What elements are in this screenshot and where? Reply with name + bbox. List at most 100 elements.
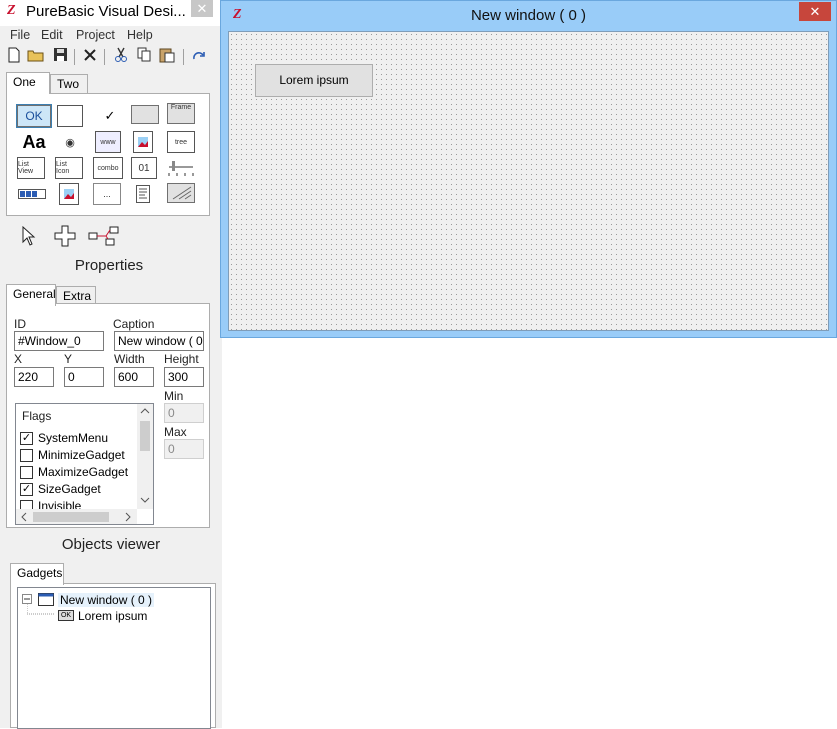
caption-field[interactable]: New window ( 0 )	[114, 331, 204, 351]
cut-icon[interactable]	[111, 47, 131, 67]
flag-row[interactable]: MaximizeGadget	[20, 464, 128, 480]
open-folder-icon[interactable]	[26, 47, 46, 67]
redo-icon[interactable]	[189, 47, 209, 67]
objects-viewer-header: Objects viewer	[0, 531, 222, 559]
image-gadget-tool[interactable]	[133, 131, 153, 153]
width-field[interactable]: 600	[114, 367, 154, 387]
id-field[interactable]: #Window_0	[14, 331, 104, 351]
flag-checkbox[interactable]	[20, 465, 33, 479]
flag-checkbox[interactable]: ✓	[20, 482, 33, 496]
flag-label: SystemMenu	[38, 431, 109, 445]
frame-gadget-tool[interactable]: Frame	[167, 103, 195, 124]
checkbox-gadget-tool[interactable]: ✓	[93, 105, 127, 127]
min-label: Min	[164, 389, 184, 403]
tree-node-window[interactable]: New window ( 0 )	[58, 593, 155, 607]
gadget-palette: OK ✓ Frame Aa ◉ www tree List View List …	[6, 93, 210, 216]
image-icon	[138, 137, 148, 147]
tab-gadgets[interactable]: Gadgets	[10, 563, 64, 585]
tab-one[interactable]: One	[6, 72, 50, 94]
tree-node-button[interactable]: Lorem ipsum	[78, 609, 147, 623]
web-gadget-tool[interactable]: www	[95, 131, 121, 153]
objects-panel: New window ( 0 ) OK Lorem ipsum	[10, 583, 216, 729]
tree-connector	[27, 604, 55, 615]
designer-title-bar[interactable]: Z PureBasic Visual Desi... ✕	[0, 0, 222, 26]
editor-gadget-tool[interactable]	[133, 183, 153, 205]
flags-label: Flags	[22, 409, 52, 423]
form-window: New window ( 0 ) Z ✕ Lorem ipsum	[220, 0, 837, 338]
combobox-gadget-tool[interactable]: combo	[93, 157, 123, 179]
trackbar-gadget-tool[interactable]	[167, 157, 195, 179]
flag-row[interactable]: MinimizeGadget	[20, 447, 125, 463]
flag-checkbox[interactable]	[20, 448, 33, 462]
flag-row[interactable]: ✓ SystemMenu	[20, 430, 108, 446]
panel-gadget-tool[interactable]	[131, 105, 159, 124]
flags-vertical-scrollbar[interactable]	[137, 404, 153, 509]
progressbar-icon	[18, 189, 46, 199]
properties-panel: ID #Window_0 Caption New window ( 0 ) X …	[6, 303, 210, 528]
delete-x-icon[interactable]	[80, 47, 100, 67]
purebasic-logo-icon: Z	[7, 3, 16, 18]
height-field[interactable]: 300	[164, 367, 204, 387]
imagebutton-icon	[64, 189, 74, 199]
height-label: Height	[164, 352, 199, 366]
y-field[interactable]: 0	[64, 367, 104, 387]
move-cross-icon[interactable]	[54, 225, 76, 247]
caption-label: Caption	[113, 317, 155, 331]
objects-tree: New window ( 0 ) OK Lorem ipsum	[17, 587, 211, 729]
editor-icon	[136, 185, 150, 203]
menu-edit[interactable]: Edit	[41, 28, 63, 42]
flags-list[interactable]: Flags ✓ SystemMenu MinimizeGadget Maximiz…	[15, 403, 154, 525]
trackbar-icon	[168, 161, 194, 176]
designer-window: Z PureBasic Visual Desi... ✕ File Edit P…	[0, 0, 222, 729]
container-gadget-tool[interactable]	[167, 183, 195, 203]
flags-horizontal-scrollbar[interactable]	[16, 509, 137, 524]
form-lorem-button[interactable]: Lorem ipsum	[255, 64, 373, 97]
container-icon	[172, 186, 192, 200]
listicon-gadget-tool[interactable]: List Icon	[55, 157, 83, 179]
max-field: 0	[164, 439, 204, 459]
toolbar	[0, 45, 222, 69]
flag-checkbox[interactable]: ✓	[20, 431, 33, 445]
designer-title: PureBasic Visual Desi...	[26, 3, 186, 20]
pointer-icon[interactable]	[22, 225, 38, 246]
tools-row	[14, 224, 124, 248]
imagebutton-gadget-tool[interactable]	[59, 183, 79, 205]
explorer-gadget-tool[interactable]: ...	[93, 183, 121, 205]
menu-file[interactable]: File	[10, 28, 30, 42]
form-title: New window ( 0 )	[470, 7, 587, 24]
link-nodes-icon[interactable]	[88, 225, 120, 247]
x-field[interactable]: 220	[14, 367, 54, 387]
toolbar-separator	[74, 49, 75, 65]
flag-row[interactable]: ✓ SizeGadget	[20, 481, 101, 497]
flag-label: SizeGadget	[38, 482, 101, 496]
tree-gadget-tool[interactable]: tree	[167, 131, 195, 153]
menu-bar: File Edit Project Help	[0, 26, 222, 45]
new-file-icon[interactable]	[4, 47, 24, 67]
width-label: Width	[114, 352, 145, 366]
form-title-bar[interactable]: New window ( 0 ) Z ✕	[221, 1, 836, 31]
paste-icon[interactable]	[157, 47, 177, 67]
y-label: Y	[64, 352, 73, 366]
toolbar-separator	[104, 49, 105, 65]
designer-close-button[interactable]: ✕	[191, 0, 213, 17]
min-field: 0	[164, 403, 204, 423]
string-gadget-tool[interactable]	[57, 105, 83, 127]
save-icon[interactable]	[50, 47, 70, 67]
menu-project[interactable]: Project	[76, 28, 115, 42]
text-gadget-tool[interactable]: Aa	[17, 131, 51, 153]
progressbar-gadget-tool[interactable]	[17, 183, 47, 205]
x-label: X	[14, 352, 23, 366]
menu-help[interactable]: Help	[127, 28, 153, 42]
tab-two[interactable]: Two	[50, 74, 88, 94]
spin-gadget-tool[interactable]: 01	[131, 157, 157, 179]
tab-general[interactable]: General	[6, 284, 56, 306]
form-close-button[interactable]: ✕	[799, 2, 831, 21]
option-gadget-tool[interactable]: ◉	[53, 131, 87, 153]
form-design-canvas[interactable]: Lorem ipsum	[228, 31, 829, 331]
properties-header: Properties	[74, 257, 144, 274]
max-label: Max	[164, 425, 187, 439]
copy-icon[interactable]	[134, 47, 154, 67]
listview-gadget-tool[interactable]: List View	[17, 157, 45, 179]
button-gadget-tool[interactable]: OK	[16, 104, 52, 128]
flag-label: MaximizeGadget	[38, 465, 129, 479]
